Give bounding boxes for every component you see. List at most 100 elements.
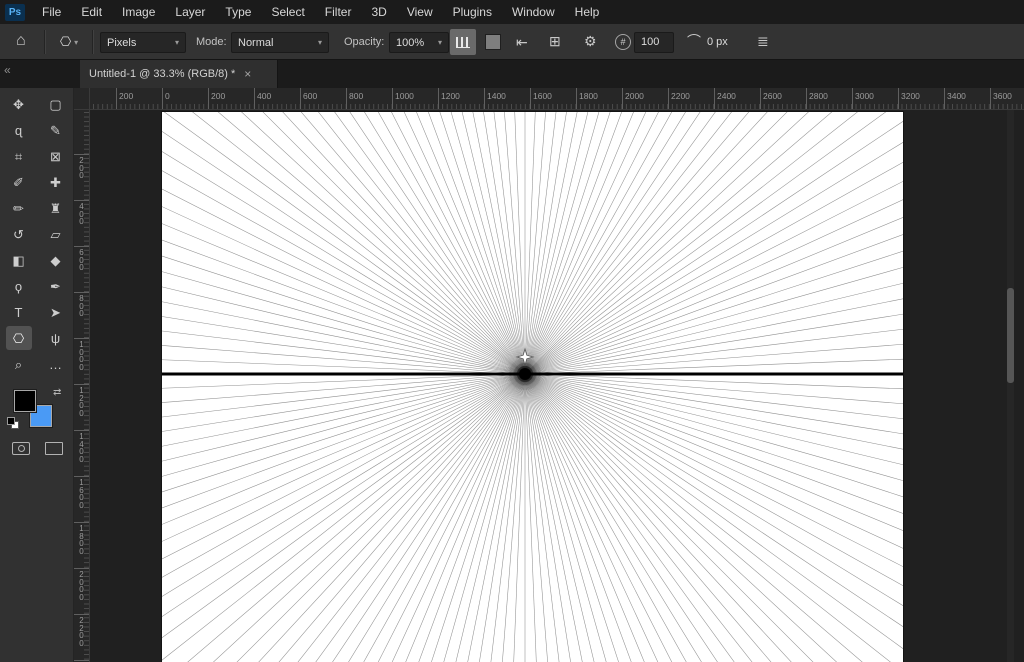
ruler-tick bbox=[116, 88, 117, 109]
menu-file[interactable]: File bbox=[32, 0, 71, 24]
ruler-tick bbox=[74, 246, 89, 247]
separator bbox=[44, 30, 45, 54]
ruler-label: 200 bbox=[211, 91, 226, 101]
horizontal-ruler[interactable]: 200 0 200 400 600 800 1000 1200 1400 1600 1800 2000… bbox=[90, 88, 1024, 110]
frame-tool[interactable]: ⊠ bbox=[43, 144, 69, 168]
mode-dropdown[interactable]: Normal ▾ bbox=[231, 32, 329, 53]
opacity-label: Opacity: bbox=[344, 36, 385, 48]
ruler-tick bbox=[74, 292, 89, 293]
canvas-area[interactable] bbox=[90, 110, 1024, 662]
corner-radius-value[interactable]: 0 px bbox=[707, 36, 728, 48]
path-selection-tool[interactable]: ➤ bbox=[43, 300, 69, 324]
gradient-tool[interactable]: ◧ bbox=[6, 248, 32, 272]
align-distribute-icon[interactable]: ≣ bbox=[757, 33, 769, 49]
zoom-tool[interactable]: ⌕ bbox=[6, 352, 32, 376]
quick-mask-button[interactable] bbox=[12, 442, 30, 455]
menu-bar: Ps File Edit Image Layer Type Select Filter 3D V… bbox=[0, 0, 1024, 24]
more-tools[interactable]: … bbox=[43, 352, 69, 376]
chevron-down-icon: ▾ bbox=[74, 37, 79, 47]
tool-preset-button[interactable]: ⎔ ▾ bbox=[52, 31, 86, 53]
ruler-label: 1 2 0 0 bbox=[79, 386, 84, 418]
eraser-tool[interactable]: ▱ bbox=[43, 222, 69, 246]
ruler-tick bbox=[208, 88, 209, 109]
menu-plugins[interactable]: Plugins bbox=[443, 0, 502, 24]
pen-tool[interactable]: ✒ bbox=[43, 274, 69, 298]
mode-label: Mode: bbox=[196, 36, 227, 48]
screen-mode-button[interactable] bbox=[45, 442, 63, 455]
polygon-shape-tool[interactable]: ⎔ bbox=[5, 326, 32, 350]
opacity-value: 100% bbox=[396, 36, 425, 49]
rectangular-marquee-tool[interactable]: ▢ bbox=[43, 92, 69, 116]
ruler-tick bbox=[714, 88, 715, 109]
ruler-tick bbox=[74, 154, 89, 155]
home-icon[interactable]: ⌂ bbox=[16, 33, 26, 49]
vertical-scrollbar-thumb[interactable] bbox=[1007, 288, 1014, 383]
gear-icon[interactable]: ⚙ bbox=[584, 33, 597, 49]
quick-selection-tool[interactable]: ✎ bbox=[43, 118, 69, 142]
ruler-label: 1200 bbox=[441, 91, 460, 101]
pressure-histogram-button[interactable] bbox=[450, 29, 476, 55]
move-tool[interactable]: ✥ bbox=[6, 92, 32, 116]
ruler-label: 0 bbox=[165, 91, 170, 101]
menu-help[interactable]: Help bbox=[565, 0, 610, 24]
ruler-corner bbox=[74, 88, 90, 110]
sides-input[interactable]: 100 bbox=[634, 32, 674, 53]
swap-colors-icon[interactable]: ⇄ bbox=[53, 387, 61, 398]
ruler-tick bbox=[74, 430, 89, 431]
ruler-tick bbox=[74, 476, 89, 477]
menu-layer[interactable]: Layer bbox=[165, 0, 215, 24]
menu-view[interactable]: View bbox=[397, 0, 443, 24]
mode-value: Normal bbox=[238, 36, 274, 49]
menu-select[interactable]: Select bbox=[261, 0, 314, 24]
ruler-label: 2 0 0 bbox=[79, 156, 84, 180]
ruler-tick bbox=[392, 88, 393, 109]
fill-mode-dropdown[interactable]: Pixels ▾ bbox=[100, 32, 186, 53]
crop-tool[interactable]: ⌗ bbox=[6, 144, 32, 168]
history-brush-tool[interactable]: ↺ bbox=[6, 222, 32, 246]
clone-stamp-tool[interactable]: ♜ bbox=[43, 196, 69, 220]
photoshop-logo-icon[interactable]: Ps bbox=[5, 3, 25, 21]
blur-tool[interactable]: ◆ bbox=[43, 248, 69, 272]
document-canvas[interactable] bbox=[162, 112, 903, 662]
ruler-tick bbox=[74, 384, 89, 385]
foreground-color-swatch[interactable] bbox=[13, 389, 37, 413]
default-colors-icon[interactable] bbox=[7, 417, 20, 430]
menu-window[interactable]: Window bbox=[502, 0, 565, 24]
opacity-dropdown[interactable]: 100% ▾ bbox=[389, 32, 449, 53]
menu-image[interactable]: Image bbox=[112, 0, 165, 24]
type-tool[interactable]: T bbox=[6, 300, 32, 324]
menu-3d[interactable]: 3D bbox=[361, 0, 396, 24]
ruler-label: 2000 bbox=[625, 91, 644, 101]
ruler-tick bbox=[346, 88, 347, 109]
ruler-label: 3600 bbox=[993, 91, 1012, 101]
ruler-tick bbox=[254, 88, 255, 109]
collapse-panels-icon[interactable]: « bbox=[4, 63, 11, 77]
dodge-tool[interactable]: ϙ bbox=[6, 274, 32, 298]
document-tab[interactable]: Untitled-1 @ 33.3% (RGB/8) * × bbox=[80, 60, 278, 88]
sides-count-icon: # bbox=[615, 34, 631, 50]
menu-edit[interactable]: Edit bbox=[71, 0, 112, 24]
vertical-ruler[interactable]: 2 0 0 4 0 0 6 0 0 8 0 0 1 0 0 0 1 2 0 0 1 4 0 … bbox=[74, 110, 90, 662]
gray-swatch[interactable] bbox=[485, 34, 501, 50]
ruler-tick bbox=[898, 88, 899, 109]
ruler-tick bbox=[806, 88, 807, 109]
ruler-label: 2 0 0 0 bbox=[79, 570, 84, 602]
menu-filter[interactable]: Filter bbox=[315, 0, 362, 24]
ruler-tick bbox=[74, 522, 89, 523]
healing-brush-tool[interactable]: ✚ bbox=[43, 170, 69, 194]
brush-tool[interactable]: ✏ bbox=[6, 196, 32, 220]
lasso-tool[interactable]: ɋ bbox=[6, 118, 32, 142]
hand-tool[interactable]: ψ bbox=[43, 326, 69, 350]
vertical-scrollbar[interactable] bbox=[1007, 110, 1014, 662]
ruler-tick bbox=[668, 88, 669, 109]
eyedropper-tool[interactable]: ✐ bbox=[6, 170, 32, 194]
ruler-tick bbox=[990, 88, 991, 109]
ruler-label: 1 4 0 0 bbox=[79, 432, 84, 464]
menu-items: File Edit Image Layer Type Select Filter 3D View… bbox=[32, 0, 609, 24]
ruler-tick bbox=[74, 660, 89, 661]
close-tab-icon[interactable]: × bbox=[244, 67, 251, 81]
align-icon[interactable]: ⇤ bbox=[516, 34, 528, 50]
menu-type[interactable]: Type bbox=[215, 0, 261, 24]
corner-radius-icon: ⌒ bbox=[687, 33, 701, 49]
grid-plus-icon[interactable]: ⊞ bbox=[549, 33, 561, 49]
